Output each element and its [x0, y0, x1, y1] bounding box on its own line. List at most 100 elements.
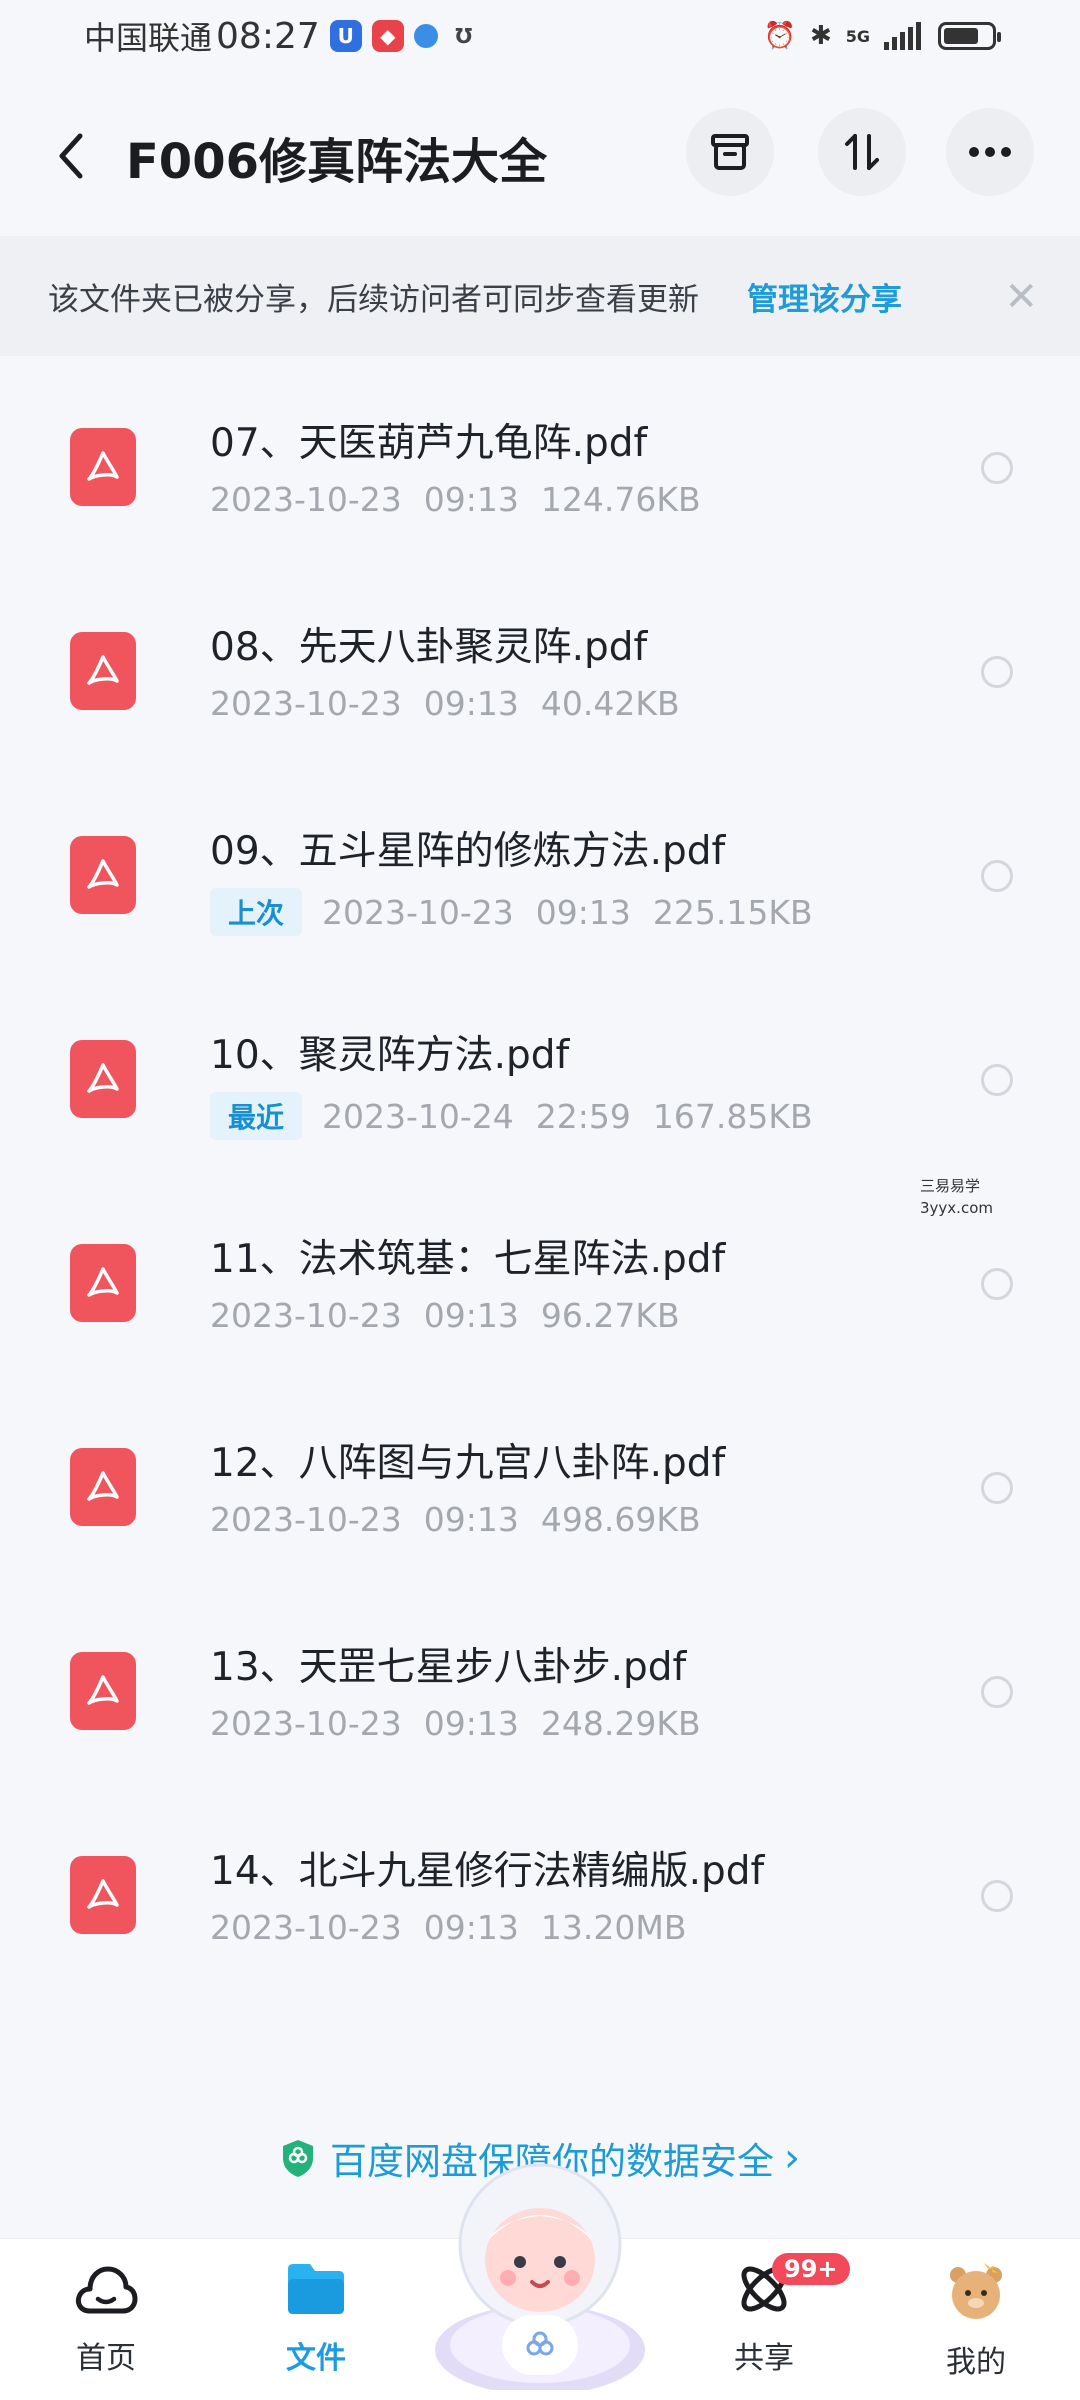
select-checkbox[interactable]	[981, 452, 1013, 484]
chevron-right-icon: ›	[784, 2135, 800, 2181]
network-type: 5G	[845, 26, 870, 46]
file-date: 2023-10-23	[210, 1704, 402, 1743]
file-date: 2023-10-23	[210, 1296, 402, 1335]
file-row[interactable]: 08、先天八卦聚灵阵.pdf 2023-10-23 09:13 40.42KB	[0, 566, 1080, 770]
avatar	[950, 2263, 1002, 2319]
recent-badge: 最近	[210, 1092, 303, 1140]
file-name: 10、聚灵阵方法.pdf	[210, 1033, 570, 1078]
select-checkbox[interactable]	[981, 1268, 1013, 1300]
pdf-file-icon	[70, 1244, 136, 1322]
tab-files-label: 文件	[286, 2341, 346, 2376]
file-time: 09:13	[423, 684, 519, 723]
ai-assistant-mascot-button[interactable]	[430, 2150, 650, 2395]
notification-app-icon	[413, 24, 438, 48]
notification-badge: 99+	[772, 2253, 850, 2285]
top-app-bar: F006修真阵法大全	[0, 100, 1080, 210]
file-meta: 2023-10-23 09:13 248.29KB	[210, 1704, 701, 1743]
file-row[interactable]: 09、五斗星阵的修炼方法.pdf 上次 2023-10-23 09:13 225…	[0, 770, 1080, 974]
file-row[interactable]: 12、八阵图与九宫八卦阵.pdf 2023-10-23 09:13 498.69…	[0, 1382, 1080, 1586]
watermark-line: 3yyx.com	[920, 1199, 993, 1217]
file-name: 11、法术筑基：七星阵法.pdf	[210, 1237, 726, 1282]
bluetooth-icon: ✱	[809, 21, 832, 51]
tab-mine[interactable]: 我的	[906, 2259, 1046, 2389]
more-icon	[969, 147, 1011, 157]
file-meta: 2023-10-23 09:13 498.69KB	[210, 1500, 701, 1539]
file-meta: 2023-10-23 09:13 96.27KB	[210, 1296, 680, 1335]
file-meta: 2023-10-23 09:13 13.20MB	[210, 1908, 686, 1947]
file-name: 08、先天八卦聚灵阵.pdf	[210, 625, 648, 670]
file-meta: 2023-10-23 09:13 124.76KB	[210, 480, 701, 519]
tab-home[interactable]: 首页	[36, 2259, 176, 2389]
select-checkbox[interactable]	[981, 656, 1013, 688]
file-date: 2023-10-24	[322, 1096, 514, 1136]
file-name: 07、天医葫芦九龟阵.pdf	[210, 421, 648, 466]
file-meta: 最近 2023-10-24 22:59 167.85KB	[210, 1092, 813, 1140]
file-name: 14、北斗九星修行法精编版.pdf	[210, 1849, 765, 1894]
file-meta: 上次 2023-10-23 09:13 225.15KB	[210, 888, 813, 936]
select-checkbox[interactable]	[981, 1676, 1013, 1708]
watermark: 三易易学 3yyx.com	[822, 1175, 1072, 1225]
file-size: 225.15KB	[652, 892, 813, 932]
archive-button[interactable]	[686, 108, 774, 196]
last-opened-badge: 上次	[210, 888, 303, 936]
tab-mine-label: 我的	[946, 2345, 1006, 2380]
file-name: 13、天罡七星步八卦步.pdf	[210, 1645, 687, 1690]
pdf-file-icon	[70, 836, 136, 914]
share-notice-banner: 该文件夹已被分享，后续访问者可同步查看更新 管理该分享 ✕	[0, 236, 1080, 356]
notification-app-icon: ◆	[371, 20, 404, 52]
file-name: 12、八阵图与九宫八卦阵.pdf	[210, 1441, 726, 1486]
sort-icon	[845, 134, 879, 170]
mascot-icon	[435, 2163, 645, 2395]
pdf-file-icon	[70, 1856, 136, 1934]
alarm-icon: ⏰	[763, 21, 796, 51]
file-size: 40.42KB	[540, 684, 680, 723]
page-title: F006修真阵法大全	[126, 134, 547, 190]
select-checkbox[interactable]	[981, 1880, 1013, 1912]
file-time: 22:59	[535, 1096, 631, 1136]
carrier-name: 中国联通	[84, 19, 213, 57]
file-date: 2023-10-23	[210, 1908, 402, 1947]
tab-share[interactable]: 99+ 共享	[694, 2253, 850, 2389]
file-row[interactable]: 07、天医葫芦九龟阵.pdf 2023-10-23 09:13 124.76KB	[0, 362, 1080, 566]
file-time: 09:13	[423, 1908, 519, 1947]
tab-share-label: 共享	[734, 2341, 794, 2376]
file-meta: 2023-10-23 09:13 40.42KB	[210, 684, 680, 723]
tab-files[interactable]: 文件	[246, 2259, 386, 2389]
archive-icon	[711, 134, 749, 170]
sort-button[interactable]	[818, 108, 906, 196]
select-checkbox[interactable]	[981, 1472, 1013, 1504]
select-checkbox[interactable]	[981, 1064, 1013, 1096]
notification-app-icon: Ʊ	[455, 24, 473, 48]
file-size: 13.20MB	[540, 1908, 687, 1947]
file-time: 09:13	[423, 1704, 519, 1743]
signal-icon	[884, 22, 921, 50]
more-options-button[interactable]	[946, 108, 1034, 196]
tab-home-label: 首页	[76, 2341, 136, 2376]
file-size: 124.76KB	[540, 480, 701, 519]
share-notice-text: 该文件夹已被分享，后续访问者可同步查看更新	[48, 281, 699, 318]
pdf-file-icon	[70, 428, 136, 506]
pdf-file-icon	[70, 632, 136, 710]
file-row[interactable]: 14、北斗九星修行法精编版.pdf 2023-10-23 09:13 13.20…	[0, 1790, 1080, 1994]
file-time: 09:13	[423, 1500, 519, 1539]
manage-share-link[interactable]: 管理该分享	[747, 274, 902, 319]
folder-icon	[288, 2264, 344, 2314]
file-row[interactable]: 10、聚灵阵方法.pdf 最近 2023-10-24 22:59 167.85K…	[0, 974, 1080, 1178]
clock: 08:27	[216, 15, 320, 57]
file-time: 09:13	[423, 1296, 519, 1335]
pdf-file-icon	[70, 1040, 136, 1118]
battery-icon	[938, 22, 1001, 50]
file-size: 96.27KB	[540, 1296, 680, 1335]
chevron-left-icon	[59, 133, 83, 179]
back-button[interactable]	[46, 128, 96, 184]
select-checkbox[interactable]	[981, 860, 1013, 892]
shield-icon	[283, 2140, 313, 2177]
pdf-file-icon	[70, 1652, 136, 1730]
file-time: 09:13	[423, 480, 519, 519]
file-row[interactable]: 13、天罡七星步八卦步.pdf 2023-10-23 09:13 248.29K…	[0, 1586, 1080, 1790]
status-bar: 中国联通 08:27 U ◆ Ʊ ⏰ ✱ 5G	[0, 0, 1080, 72]
file-size: 498.69KB	[540, 1500, 701, 1539]
file-name: 09、五斗星阵的修炼方法.pdf	[210, 829, 726, 874]
file-date: 2023-10-23	[322, 892, 514, 932]
close-icon[interactable]: ✕	[1004, 274, 1038, 320]
